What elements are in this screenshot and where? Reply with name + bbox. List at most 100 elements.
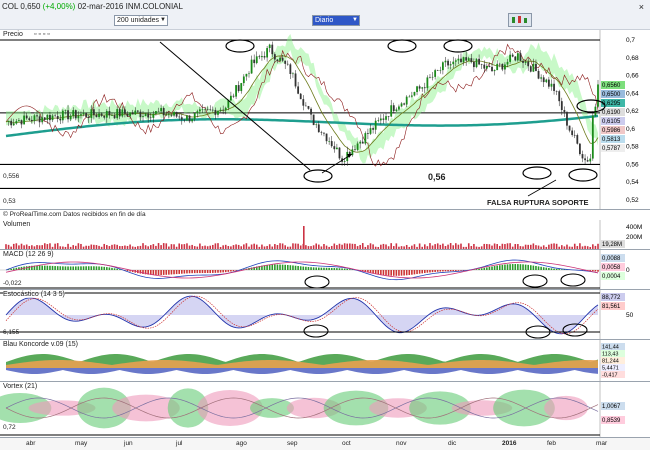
candle-body bbox=[64, 110, 67, 111]
volume-bar bbox=[330, 245, 333, 249]
macd-histogram-bar bbox=[188, 270, 191, 274]
highlight-ellipse bbox=[225, 39, 255, 53]
vortex-chart[interactable]: 1,0067 0,8539 bbox=[0, 382, 650, 438]
candle-body bbox=[330, 141, 333, 147]
macd-histogram-bar bbox=[318, 267, 320, 270]
volume-chart[interactable]: 400M 200M 19,28M bbox=[0, 220, 650, 250]
candle-body bbox=[354, 149, 356, 150]
macd-histogram-bar bbox=[95, 266, 98, 270]
macd-histogram-bar bbox=[382, 270, 385, 276]
volume-bar bbox=[23, 245, 25, 249]
candle-body bbox=[498, 63, 501, 65]
macd-histogram-bar bbox=[28, 265, 31, 270]
vortex-tag: 0,8539 bbox=[602, 418, 621, 424]
macd-histogram-bar bbox=[320, 267, 323, 270]
candle-body bbox=[452, 61, 455, 65]
macd-histogram-bar bbox=[274, 264, 276, 270]
macd-histogram-bar bbox=[162, 270, 165, 275]
volume-bar bbox=[284, 245, 286, 249]
close-icon[interactable]: × bbox=[639, 2, 644, 12]
volume-bar bbox=[436, 243, 439, 249]
candle-body bbox=[206, 108, 209, 110]
volume-bar bbox=[411, 245, 413, 249]
price-tick-label: 0,56 bbox=[626, 161, 639, 168]
macd-histogram-bar bbox=[232, 270, 235, 272]
candle-body bbox=[338, 147, 341, 159]
time-axis-label: sep bbox=[287, 440, 298, 447]
candle-body bbox=[41, 117, 44, 123]
candle-body bbox=[160, 108, 163, 112]
candle-body bbox=[279, 57, 281, 61]
macd-histogram-bar bbox=[74, 266, 77, 270]
stochastic-tag: 88,772 bbox=[602, 295, 621, 301]
koncorde-chart[interactable]: 141,44113,4381,2445,4471-0,417 bbox=[0, 340, 650, 382]
price-chart[interactable]: 0,7 0,68 0,66 0,64 0,62 0,6 0,58 0,56 0,54 0,52 0,… bbox=[0, 30, 650, 210]
macd-histogram-bar bbox=[201, 270, 204, 274]
macd-chart[interactable]: 0 0,0088 0,0058 0,0004 bbox=[0, 250, 650, 290]
candle-body bbox=[550, 83, 553, 87]
macd-histogram-bar bbox=[77, 266, 80, 270]
candle-body bbox=[152, 113, 155, 118]
volume-bar bbox=[103, 243, 106, 249]
volume-bar bbox=[550, 243, 553, 249]
candle-body bbox=[581, 154, 584, 159]
volume-bar bbox=[255, 244, 258, 249]
volume-bar bbox=[452, 245, 455, 249]
symbol: COL bbox=[2, 2, 19, 11]
volume-bar bbox=[561, 245, 563, 249]
candle-body bbox=[111, 115, 113, 116]
candle-body bbox=[364, 133, 367, 144]
units-select[interactable]: 200 unidades ▼ bbox=[114, 15, 168, 26]
macd-histogram-bar bbox=[545, 267, 548, 270]
volume-bar bbox=[196, 246, 199, 249]
candle-body bbox=[258, 56, 261, 58]
price-tag: 0,5813 bbox=[602, 137, 621, 143]
koncorde-tag: -0,417 bbox=[602, 373, 618, 379]
period-select[interactable]: Diario ▼ bbox=[312, 15, 360, 26]
candle-body bbox=[501, 63, 504, 70]
candle-body bbox=[584, 158, 586, 161]
volume-bar bbox=[49, 243, 51, 249]
stochastic-chart[interactable]: 50 88,772 81,561 bbox=[0, 290, 650, 340]
candle-body bbox=[12, 123, 15, 126]
volume-bar bbox=[64, 246, 67, 249]
volume-bar bbox=[74, 245, 77, 249]
candle-body bbox=[162, 108, 165, 116]
volume-bar bbox=[434, 244, 436, 249]
macd-histogram-bar bbox=[561, 269, 563, 270]
volume-bar bbox=[152, 244, 155, 249]
volume-bar bbox=[346, 243, 349, 249]
volume-bar bbox=[10, 246, 12, 249]
candle-body bbox=[230, 95, 232, 101]
macd-histogram-bar bbox=[168, 270, 170, 275]
volume-bar bbox=[478, 246, 480, 249]
macd-histogram-bar bbox=[374, 270, 377, 274]
candle-body bbox=[211, 109, 214, 111]
volume-bar bbox=[457, 244, 460, 249]
macd-histogram-bar bbox=[325, 267, 328, 270]
macd-histogram-bar bbox=[457, 270, 460, 271]
volume-bar bbox=[274, 244, 276, 249]
volume-bar bbox=[124, 245, 126, 249]
volume-bar bbox=[38, 245, 41, 249]
vortex-left-label: 0,72 bbox=[3, 424, 16, 431]
highlight-ellipse bbox=[522, 166, 552, 180]
candle-body bbox=[307, 106, 310, 109]
candle-body bbox=[398, 106, 400, 110]
candle-body bbox=[204, 108, 206, 110]
volume-bar bbox=[214, 243, 217, 249]
price-change: (+4,00%) bbox=[42, 2, 76, 11]
candle-body bbox=[537, 70, 540, 79]
candle-body bbox=[511, 54, 514, 57]
chart-type-button[interactable] bbox=[508, 13, 532, 27]
panel-buttons[interactable]: ▫ ▫ ▫ ▫ bbox=[34, 31, 50, 38]
time-axis-label: mar bbox=[596, 440, 608, 447]
candle-body bbox=[377, 120, 380, 121]
candle-body bbox=[30, 119, 33, 121]
volume-bar bbox=[240, 246, 243, 249]
candle-body bbox=[421, 87, 424, 89]
candle-body bbox=[302, 99, 305, 106]
chevron-down-icon: ▼ bbox=[160, 17, 166, 23]
macd-histogram-bar bbox=[514, 264, 517, 270]
candle-body bbox=[560, 101, 563, 111]
